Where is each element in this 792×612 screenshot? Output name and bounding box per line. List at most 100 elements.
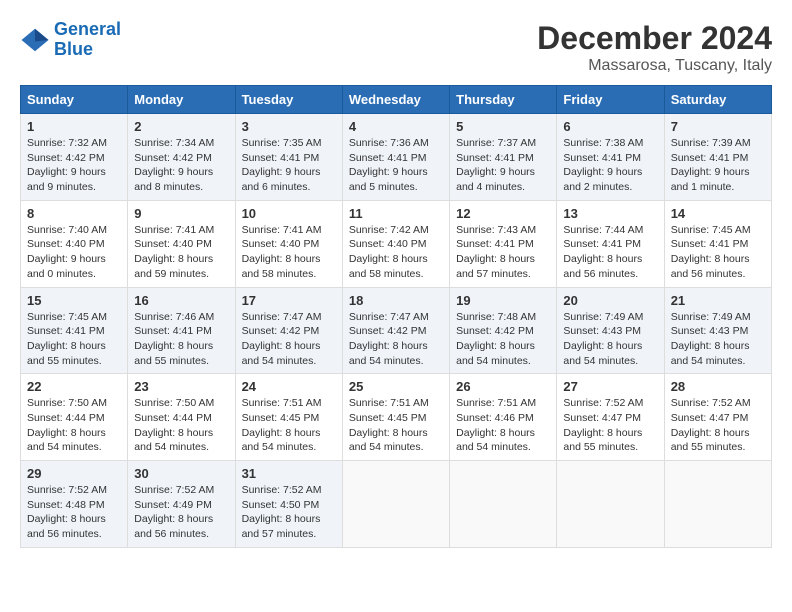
calendar-cell: 10 Sunrise: 7:41 AM Sunset: 4:40 PM Dayl… (235, 200, 342, 287)
day-detail: Sunrise: 7:49 AM Sunset: 4:43 PM Dayligh… (671, 310, 765, 369)
day-number: 10 (242, 206, 336, 221)
calendar-cell: 11 Sunrise: 7:42 AM Sunset: 4:40 PM Dayl… (342, 200, 449, 287)
calendar-cell: 28 Sunrise: 7:52 AM Sunset: 4:47 PM Dayl… (664, 374, 771, 461)
col-friday: Friday (557, 86, 664, 114)
day-number: 9 (134, 206, 228, 221)
day-detail: Sunrise: 7:41 AM Sunset: 4:40 PM Dayligh… (134, 223, 228, 282)
day-detail: Sunrise: 7:49 AM Sunset: 4:43 PM Dayligh… (563, 310, 657, 369)
day-detail: Sunrise: 7:38 AM Sunset: 4:41 PM Dayligh… (563, 136, 657, 195)
day-number: 15 (27, 293, 121, 308)
day-number: 30 (134, 466, 228, 481)
day-detail: Sunrise: 7:48 AM Sunset: 4:42 PM Dayligh… (456, 310, 550, 369)
day-number: 29 (27, 466, 121, 481)
day-detail: Sunrise: 7:43 AM Sunset: 4:41 PM Dayligh… (456, 223, 550, 282)
day-detail: Sunrise: 7:50 AM Sunset: 4:44 PM Dayligh… (27, 396, 121, 455)
day-number: 4 (349, 119, 443, 134)
day-number: 28 (671, 379, 765, 394)
day-detail: Sunrise: 7:40 AM Sunset: 4:40 PM Dayligh… (27, 223, 121, 282)
day-number: 23 (134, 379, 228, 394)
week-row-2: 8 Sunrise: 7:40 AM Sunset: 4:40 PM Dayli… (21, 200, 772, 287)
day-number: 6 (563, 119, 657, 134)
day-detail: Sunrise: 7:32 AM Sunset: 4:42 PM Dayligh… (27, 136, 121, 195)
day-detail: Sunrise: 7:51 AM Sunset: 4:46 PM Dayligh… (456, 396, 550, 455)
calendar-cell: 14 Sunrise: 7:45 AM Sunset: 4:41 PM Dayl… (664, 200, 771, 287)
day-number: 11 (349, 206, 443, 221)
day-detail: Sunrise: 7:46 AM Sunset: 4:41 PM Dayligh… (134, 310, 228, 369)
calendar-cell: 26 Sunrise: 7:51 AM Sunset: 4:46 PM Dayl… (450, 374, 557, 461)
day-detail: Sunrise: 7:51 AM Sunset: 4:45 PM Dayligh… (242, 396, 336, 455)
calendar-cell: 21 Sunrise: 7:49 AM Sunset: 4:43 PM Dayl… (664, 287, 771, 374)
calendar-cell: 31 Sunrise: 7:52 AM Sunset: 4:50 PM Dayl… (235, 461, 342, 548)
day-detail: Sunrise: 7:34 AM Sunset: 4:42 PM Dayligh… (134, 136, 228, 195)
col-wednesday: Wednesday (342, 86, 449, 114)
day-number: 16 (134, 293, 228, 308)
day-detail: Sunrise: 7:52 AM Sunset: 4:49 PM Dayligh… (134, 483, 228, 542)
calendar-cell: 24 Sunrise: 7:51 AM Sunset: 4:45 PM Dayl… (235, 374, 342, 461)
page-header: General Blue December 2024 Massarosa, Tu… (20, 20, 772, 75)
day-number: 31 (242, 466, 336, 481)
day-number: 18 (349, 293, 443, 308)
day-detail: Sunrise: 7:35 AM Sunset: 4:41 PM Dayligh… (242, 136, 336, 195)
day-number: 20 (563, 293, 657, 308)
calendar-cell: 19 Sunrise: 7:48 AM Sunset: 4:42 PM Dayl… (450, 287, 557, 374)
day-number: 13 (563, 206, 657, 221)
col-thursday: Thursday (450, 86, 557, 114)
logo-general: General (54, 19, 121, 39)
day-number: 7 (671, 119, 765, 134)
day-detail: Sunrise: 7:52 AM Sunset: 4:47 PM Dayligh… (671, 396, 765, 455)
col-tuesday: Tuesday (235, 86, 342, 114)
day-number: 27 (563, 379, 657, 394)
calendar-cell: 27 Sunrise: 7:52 AM Sunset: 4:47 PM Dayl… (557, 374, 664, 461)
calendar-cell: 23 Sunrise: 7:50 AM Sunset: 4:44 PM Dayl… (128, 374, 235, 461)
day-number: 2 (134, 119, 228, 134)
col-saturday: Saturday (664, 86, 771, 114)
calendar-cell: 22 Sunrise: 7:50 AM Sunset: 4:44 PM Dayl… (21, 374, 128, 461)
col-sunday: Sunday (21, 86, 128, 114)
logo-icon (20, 25, 50, 55)
day-detail: Sunrise: 7:47 AM Sunset: 4:42 PM Dayligh… (349, 310, 443, 369)
calendar-cell: 9 Sunrise: 7:41 AM Sunset: 4:40 PM Dayli… (128, 200, 235, 287)
day-detail: Sunrise: 7:52 AM Sunset: 4:48 PM Dayligh… (27, 483, 121, 542)
day-detail: Sunrise: 7:45 AM Sunset: 4:41 PM Dayligh… (27, 310, 121, 369)
day-number: 5 (456, 119, 550, 134)
logo-blue: Blue (54, 39, 93, 59)
day-detail: Sunrise: 7:39 AM Sunset: 4:41 PM Dayligh… (671, 136, 765, 195)
day-number: 3 (242, 119, 336, 134)
calendar-cell: 17 Sunrise: 7:47 AM Sunset: 4:42 PM Dayl… (235, 287, 342, 374)
week-row-4: 22 Sunrise: 7:50 AM Sunset: 4:44 PM Dayl… (21, 374, 772, 461)
calendar-cell: 15 Sunrise: 7:45 AM Sunset: 4:41 PM Dayl… (21, 287, 128, 374)
day-number: 25 (349, 379, 443, 394)
calendar-cell: 6 Sunrise: 7:38 AM Sunset: 4:41 PM Dayli… (557, 114, 664, 201)
day-detail: Sunrise: 7:50 AM Sunset: 4:44 PM Dayligh… (134, 396, 228, 455)
calendar-cell: 7 Sunrise: 7:39 AM Sunset: 4:41 PM Dayli… (664, 114, 771, 201)
calendar-header-row: Sunday Monday Tuesday Wednesday Thursday… (21, 86, 772, 114)
calendar-table: Sunday Monday Tuesday Wednesday Thursday… (20, 85, 772, 548)
day-detail: Sunrise: 7:47 AM Sunset: 4:42 PM Dayligh… (242, 310, 336, 369)
day-detail: Sunrise: 7:52 AM Sunset: 4:47 PM Dayligh… (563, 396, 657, 455)
calendar-cell: 3 Sunrise: 7:35 AM Sunset: 4:41 PM Dayli… (235, 114, 342, 201)
calendar-cell (557, 461, 664, 548)
day-number: 21 (671, 293, 765, 308)
day-number: 8 (27, 206, 121, 221)
calendar-cell: 5 Sunrise: 7:37 AM Sunset: 4:41 PM Dayli… (450, 114, 557, 201)
location: Massarosa, Tuscany, Italy (537, 57, 772, 75)
calendar-cell (342, 461, 449, 548)
calendar-cell: 4 Sunrise: 7:36 AM Sunset: 4:41 PM Dayli… (342, 114, 449, 201)
day-detail: Sunrise: 7:37 AM Sunset: 4:41 PM Dayligh… (456, 136, 550, 195)
day-detail: Sunrise: 7:42 AM Sunset: 4:40 PM Dayligh… (349, 223, 443, 282)
week-row-3: 15 Sunrise: 7:45 AM Sunset: 4:41 PM Dayl… (21, 287, 772, 374)
day-number: 22 (27, 379, 121, 394)
calendar-cell: 2 Sunrise: 7:34 AM Sunset: 4:42 PM Dayli… (128, 114, 235, 201)
day-detail: Sunrise: 7:45 AM Sunset: 4:41 PM Dayligh… (671, 223, 765, 282)
day-number: 12 (456, 206, 550, 221)
logo: General Blue (20, 20, 121, 60)
day-number: 17 (242, 293, 336, 308)
day-detail: Sunrise: 7:41 AM Sunset: 4:40 PM Dayligh… (242, 223, 336, 282)
calendar-cell: 30 Sunrise: 7:52 AM Sunset: 4:49 PM Dayl… (128, 461, 235, 548)
calendar-cell: 18 Sunrise: 7:47 AM Sunset: 4:42 PM Dayl… (342, 287, 449, 374)
day-number: 26 (456, 379, 550, 394)
day-number: 14 (671, 206, 765, 221)
calendar-cell: 12 Sunrise: 7:43 AM Sunset: 4:41 PM Dayl… (450, 200, 557, 287)
calendar-cell (450, 461, 557, 548)
day-detail: Sunrise: 7:51 AM Sunset: 4:45 PM Dayligh… (349, 396, 443, 455)
